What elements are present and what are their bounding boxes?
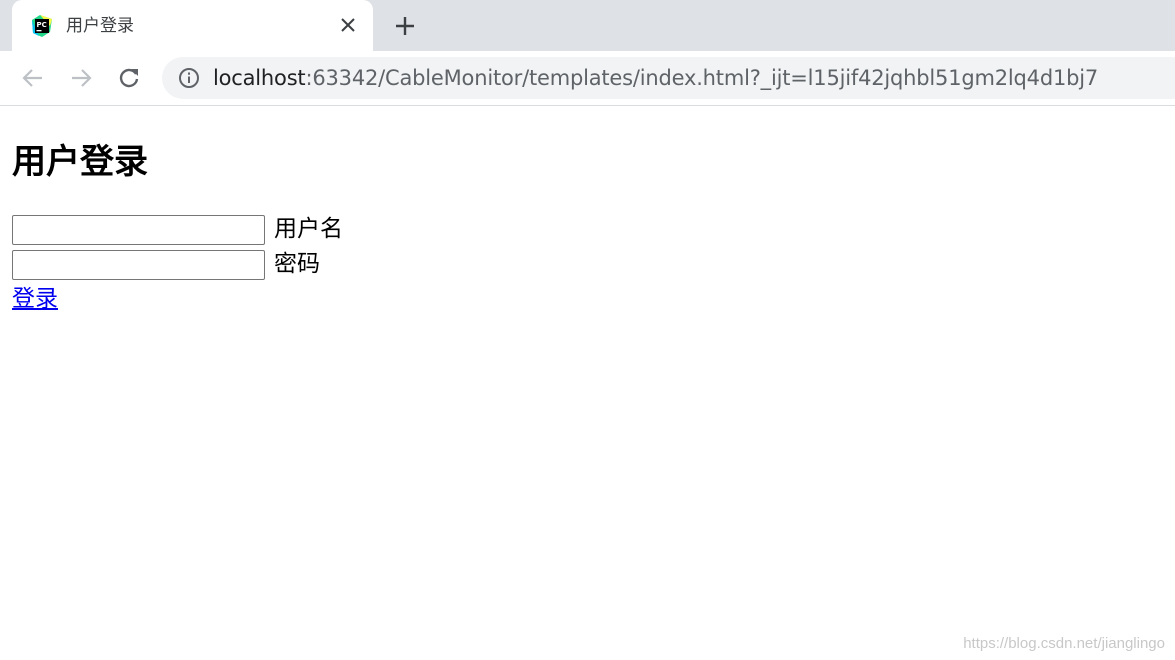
url-text[interactable]: localhost:63342/CableMonitor/templates/i… [213,65,1098,91]
back-button[interactable] [20,65,46,91]
username-label: 用户名 [274,216,343,242]
username-input[interactable] [12,215,265,245]
pycharm-icon: PC [30,14,54,38]
password-input[interactable] [12,250,265,280]
reload-button[interactable] [116,65,142,91]
watermark: https://blog.csdn.net/jianglingo [963,635,1165,652]
arrow-left-icon [22,69,42,87]
browser-window: PC 用户登录 localhost:63342/CableMonitor/tem… [0,0,1175,660]
login-link[interactable]: 登录 [12,285,58,313]
address-bar[interactable]: localhost:63342/CableMonitor/templates/i… [162,57,1175,99]
reload-icon [119,68,139,88]
info-icon[interactable] [178,67,200,89]
page-title: 用户登录 [12,142,148,182]
password-label: 密码 [274,251,320,277]
tab-strip: PC 用户登录 [0,0,1175,51]
tab-title: 用户登录 [66,16,134,36]
plus-icon [396,17,414,35]
url-host: localhost [213,66,306,90]
svg-text:PC: PC [37,21,47,29]
forward-button[interactable] [68,65,94,91]
url-path: :63342/CableMonitor/templates/index.html… [305,66,1099,90]
active-tab[interactable]: PC 用户登录 [12,0,373,51]
close-icon[interactable] [338,15,358,35]
toolbar: localhost:63342/CableMonitor/templates/i… [0,51,1175,106]
new-tab-button[interactable] [393,14,417,38]
page-content: 用户登录 用户名 密码 登录 https://blog.csdn.net/jia… [0,106,1175,660]
arrow-right-icon [72,69,92,87]
